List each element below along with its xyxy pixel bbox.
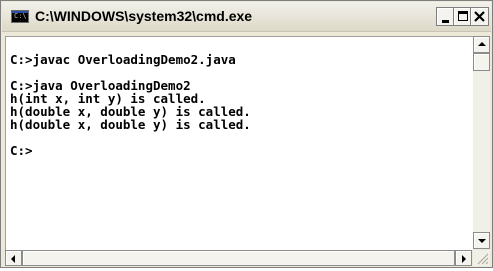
resize-grip-icon bbox=[477, 253, 489, 265]
console-line: C:>javac OverloadingDemo2.java bbox=[10, 52, 236, 67]
close-button[interactable] bbox=[470, 7, 489, 26]
vertical-scroll-thumb[interactable] bbox=[473, 53, 490, 71]
resize-grip[interactable] bbox=[473, 250, 490, 266]
cmd-console-icon[interactable]: C:\ bbox=[11, 10, 29, 23]
arrow-down-icon bbox=[478, 239, 486, 243]
scroll-right-button[interactable] bbox=[455, 250, 472, 266]
console-prompt-line: C:> bbox=[10, 143, 33, 158]
console-output-area[interactable]: C:>javac OverloadingDemo2.java C:>java O… bbox=[5, 36, 473, 250]
arrow-right-icon bbox=[462, 255, 466, 263]
horizontal-scrollbar[interactable] bbox=[5, 250, 472, 266]
minimize-icon bbox=[442, 20, 449, 23]
window-title: C:\WINDOWS\system32\cmd.exe bbox=[35, 8, 253, 24]
arrow-left-icon bbox=[11, 255, 15, 263]
cmd-window: C:\ C:\WINDOWS\system32\cmd.exe C:>javac… bbox=[0, 0, 493, 268]
arrow-up-icon bbox=[478, 42, 486, 46]
close-icon bbox=[474, 11, 485, 22]
title-bar[interactable]: C:\ C:\WINDOWS\system32\cmd.exe bbox=[2, 2, 491, 32]
scroll-down-button[interactable] bbox=[473, 232, 490, 249]
console-line: h(double x, double y) is called. bbox=[10, 117, 251, 132]
vertical-scrollbar[interactable] bbox=[473, 36, 490, 249]
console-text: C:>javac OverloadingDemo2.java C:>java O… bbox=[10, 53, 251, 157]
horizontal-scroll-thumb[interactable] bbox=[22, 250, 455, 266]
scroll-up-button[interactable] bbox=[473, 36, 490, 53]
scroll-left-button[interactable] bbox=[5, 250, 22, 266]
maximize-icon bbox=[458, 11, 468, 21]
